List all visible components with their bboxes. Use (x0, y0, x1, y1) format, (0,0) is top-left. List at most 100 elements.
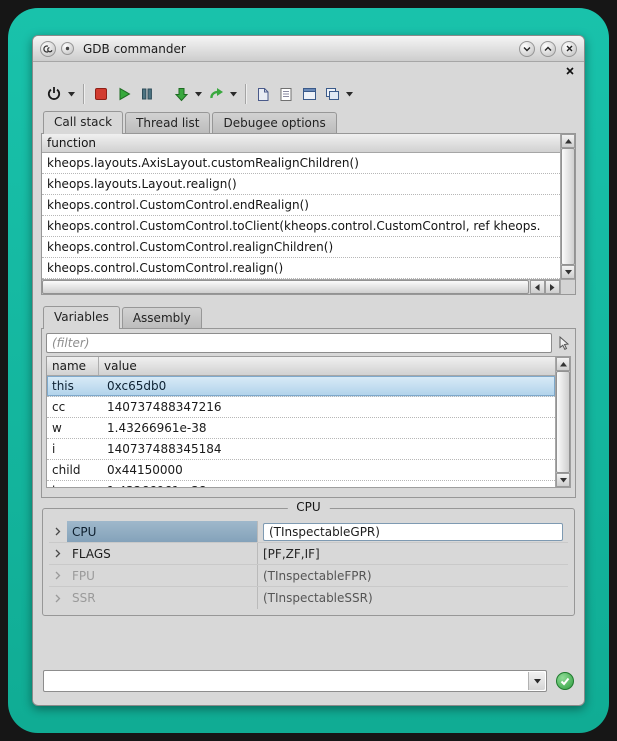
register-group-name[interactable]: FLAGS (67, 543, 257, 564)
source-document-icon[interactable] (252, 82, 274, 106)
variable-row[interactable]: w 1.43266961e-38 (47, 418, 555, 439)
register-group-name[interactable]: SSR (67, 587, 257, 609)
variable-row[interactable]: this 0xc65db0 (47, 376, 555, 397)
variable-value: 1.43266961e-38 (99, 481, 555, 487)
filter-action-icon[interactable] (557, 336, 571, 350)
scroll-up-icon[interactable] (561, 134, 575, 148)
callstack-row[interactable]: kheops.layouts.AxisLayout.customRealignC… (42, 153, 560, 174)
maximize-button[interactable] (540, 41, 556, 57)
filter-row (42, 329, 575, 356)
minimize-button[interactable] (519, 41, 535, 57)
scroll-down-icon[interactable] (556, 473, 570, 487)
callstack-row[interactable]: kheops.control.CustomControl.realignChil… (42, 237, 560, 258)
inspector-icon[interactable] (321, 82, 343, 106)
continue-dropdown-icon[interactable] (228, 82, 239, 106)
variable-row[interactable]: b 1.43266961e-38 (47, 481, 555, 487)
callstack-panel: function kheops.layouts.AxisLayout.custo… (41, 133, 576, 295)
register-group-name[interactable]: FPU (67, 565, 257, 586)
value-column-header: value (99, 357, 555, 375)
variable-name: child (47, 460, 99, 480)
scrollbar-thumb[interactable] (561, 148, 575, 265)
variables-header: name value (47, 357, 555, 376)
callstack-row[interactable]: kheops.control.CustomControl.endRealign(… (42, 195, 560, 216)
toolbar-separator (245, 84, 246, 104)
variable-row[interactable]: child 0x44150000 (47, 460, 555, 481)
tab-thread-list[interactable]: Thread list (125, 112, 210, 133)
scrollbar-thumb[interactable] (556, 371, 570, 473)
execute-button[interactable] (556, 672, 574, 690)
register-group-value: (TInspectableGPR) (257, 521, 568, 542)
register-value-field[interactable]: (TInspectableGPR) (263, 523, 563, 541)
variable-value: 0x44150000 (99, 460, 555, 480)
continue-button[interactable] (205, 82, 227, 106)
variables-panel: name value this 0xc65db0 cc 140737488347… (41, 328, 576, 498)
cpu-register-row[interactable]: SSR (TInspectableSSR) (49, 587, 568, 609)
debug-console-icon[interactable] (298, 82, 320, 106)
variable-row[interactable]: i 140737488345184 (47, 439, 555, 460)
register-group-value: (TInspectableSSR) (257, 587, 568, 609)
dock-close-icon[interactable] (566, 67, 574, 75)
combobox-dropdown-icon[interactable] (528, 672, 545, 690)
toolbar-separator (83, 84, 84, 104)
power-dropdown-icon[interactable] (66, 82, 77, 106)
cpu-groupbox: CPU CPU (TInspectableGPR) FLAGS [PF,Z (42, 508, 575, 616)
callstack-vertical-scrollbar (560, 134, 575, 279)
register-group-value: (TInspectableFPR) (257, 565, 568, 586)
callstack-horizontal-scrollbar (42, 279, 560, 294)
expand-chevron-icon[interactable] (49, 543, 67, 564)
variable-name: cc (47, 397, 99, 417)
cpu-groupbox-title: CPU (287, 500, 329, 514)
dock-header (41, 64, 576, 78)
run-button[interactable] (113, 82, 135, 106)
scrollbar-thumb[interactable] (42, 280, 529, 294)
variable-name: b (47, 481, 99, 487)
register-group-name[interactable]: CPU (67, 521, 257, 542)
callstack-row[interactable]: kheops.control.CustomControl.realign() (42, 258, 560, 279)
variables-tabbar: Variables Assembly (41, 305, 576, 328)
cpu-register-row[interactable]: FPU (TInspectableFPR) (49, 565, 568, 587)
command-input[interactable] (48, 672, 526, 690)
variable-value: 0xc65db0 (99, 376, 555, 396)
call-list-icon[interactable] (275, 82, 297, 106)
variables-rows: this 0xc65db0 cc 140737488347216 w 1.432… (47, 376, 555, 487)
filter-input[interactable] (46, 333, 552, 353)
app-icon (40, 41, 56, 57)
inspector-dropdown-icon[interactable] (344, 82, 355, 106)
callstack-table: function kheops.layouts.AxisLayout.custo… (42, 134, 575, 294)
stop-button[interactable] (90, 82, 112, 106)
expand-chevron-icon[interactable] (49, 587, 67, 609)
variable-value: 140737488345184 (99, 439, 555, 459)
scroll-right-icon[interactable] (545, 280, 560, 294)
expand-chevron-icon[interactable] (49, 565, 67, 586)
callstack-tabbar: Call stack Thread list Debugee options (41, 110, 576, 133)
variable-name: this (47, 376, 99, 396)
tab-call-stack[interactable]: Call stack (43, 111, 123, 134)
tab-debugee-options[interactable]: Debugee options (212, 112, 336, 133)
variables-table: name value this 0xc65db0 cc 140737488347… (46, 356, 571, 488)
tab-variables[interactable]: Variables (43, 306, 120, 329)
scroll-down-icon[interactable] (561, 265, 575, 279)
step-into-dropdown-icon[interactable] (193, 82, 204, 106)
callstack-row[interactable]: kheops.control.CustomControl.toClient(kh… (42, 216, 560, 237)
scroll-left-icon[interactable] (530, 280, 545, 294)
close-button[interactable] (561, 41, 577, 57)
expand-chevron-icon[interactable] (49, 521, 67, 542)
cpu-register-row[interactable]: FLAGS [PF,ZF,IF] (49, 543, 568, 565)
callstack-rows: kheops.layouts.AxisLayout.customRealignC… (42, 153, 560, 279)
pause-button[interactable] (136, 82, 158, 106)
command-combobox[interactable] (43, 670, 547, 692)
tab-assembly[interactable]: Assembly (122, 307, 202, 328)
register-group-value: [PF,ZF,IF] (257, 543, 568, 564)
power-button[interactable] (43, 82, 65, 106)
step-into-button[interactable] (170, 82, 192, 106)
scroll-up-icon[interactable] (556, 357, 570, 371)
callstack-row[interactable]: kheops.layouts.Layout.realign() (42, 174, 560, 195)
command-bar (41, 669, 576, 693)
variable-name: w (47, 418, 99, 438)
variable-name: i (47, 439, 99, 459)
variable-value: 140737488347216 (99, 397, 555, 417)
title-bar: GDB commander (33, 36, 584, 62)
menu-icon[interactable] (61, 42, 74, 55)
cpu-register-row[interactable]: CPU (TInspectableGPR) (49, 521, 568, 543)
variable-row[interactable]: cc 140737488347216 (47, 397, 555, 418)
